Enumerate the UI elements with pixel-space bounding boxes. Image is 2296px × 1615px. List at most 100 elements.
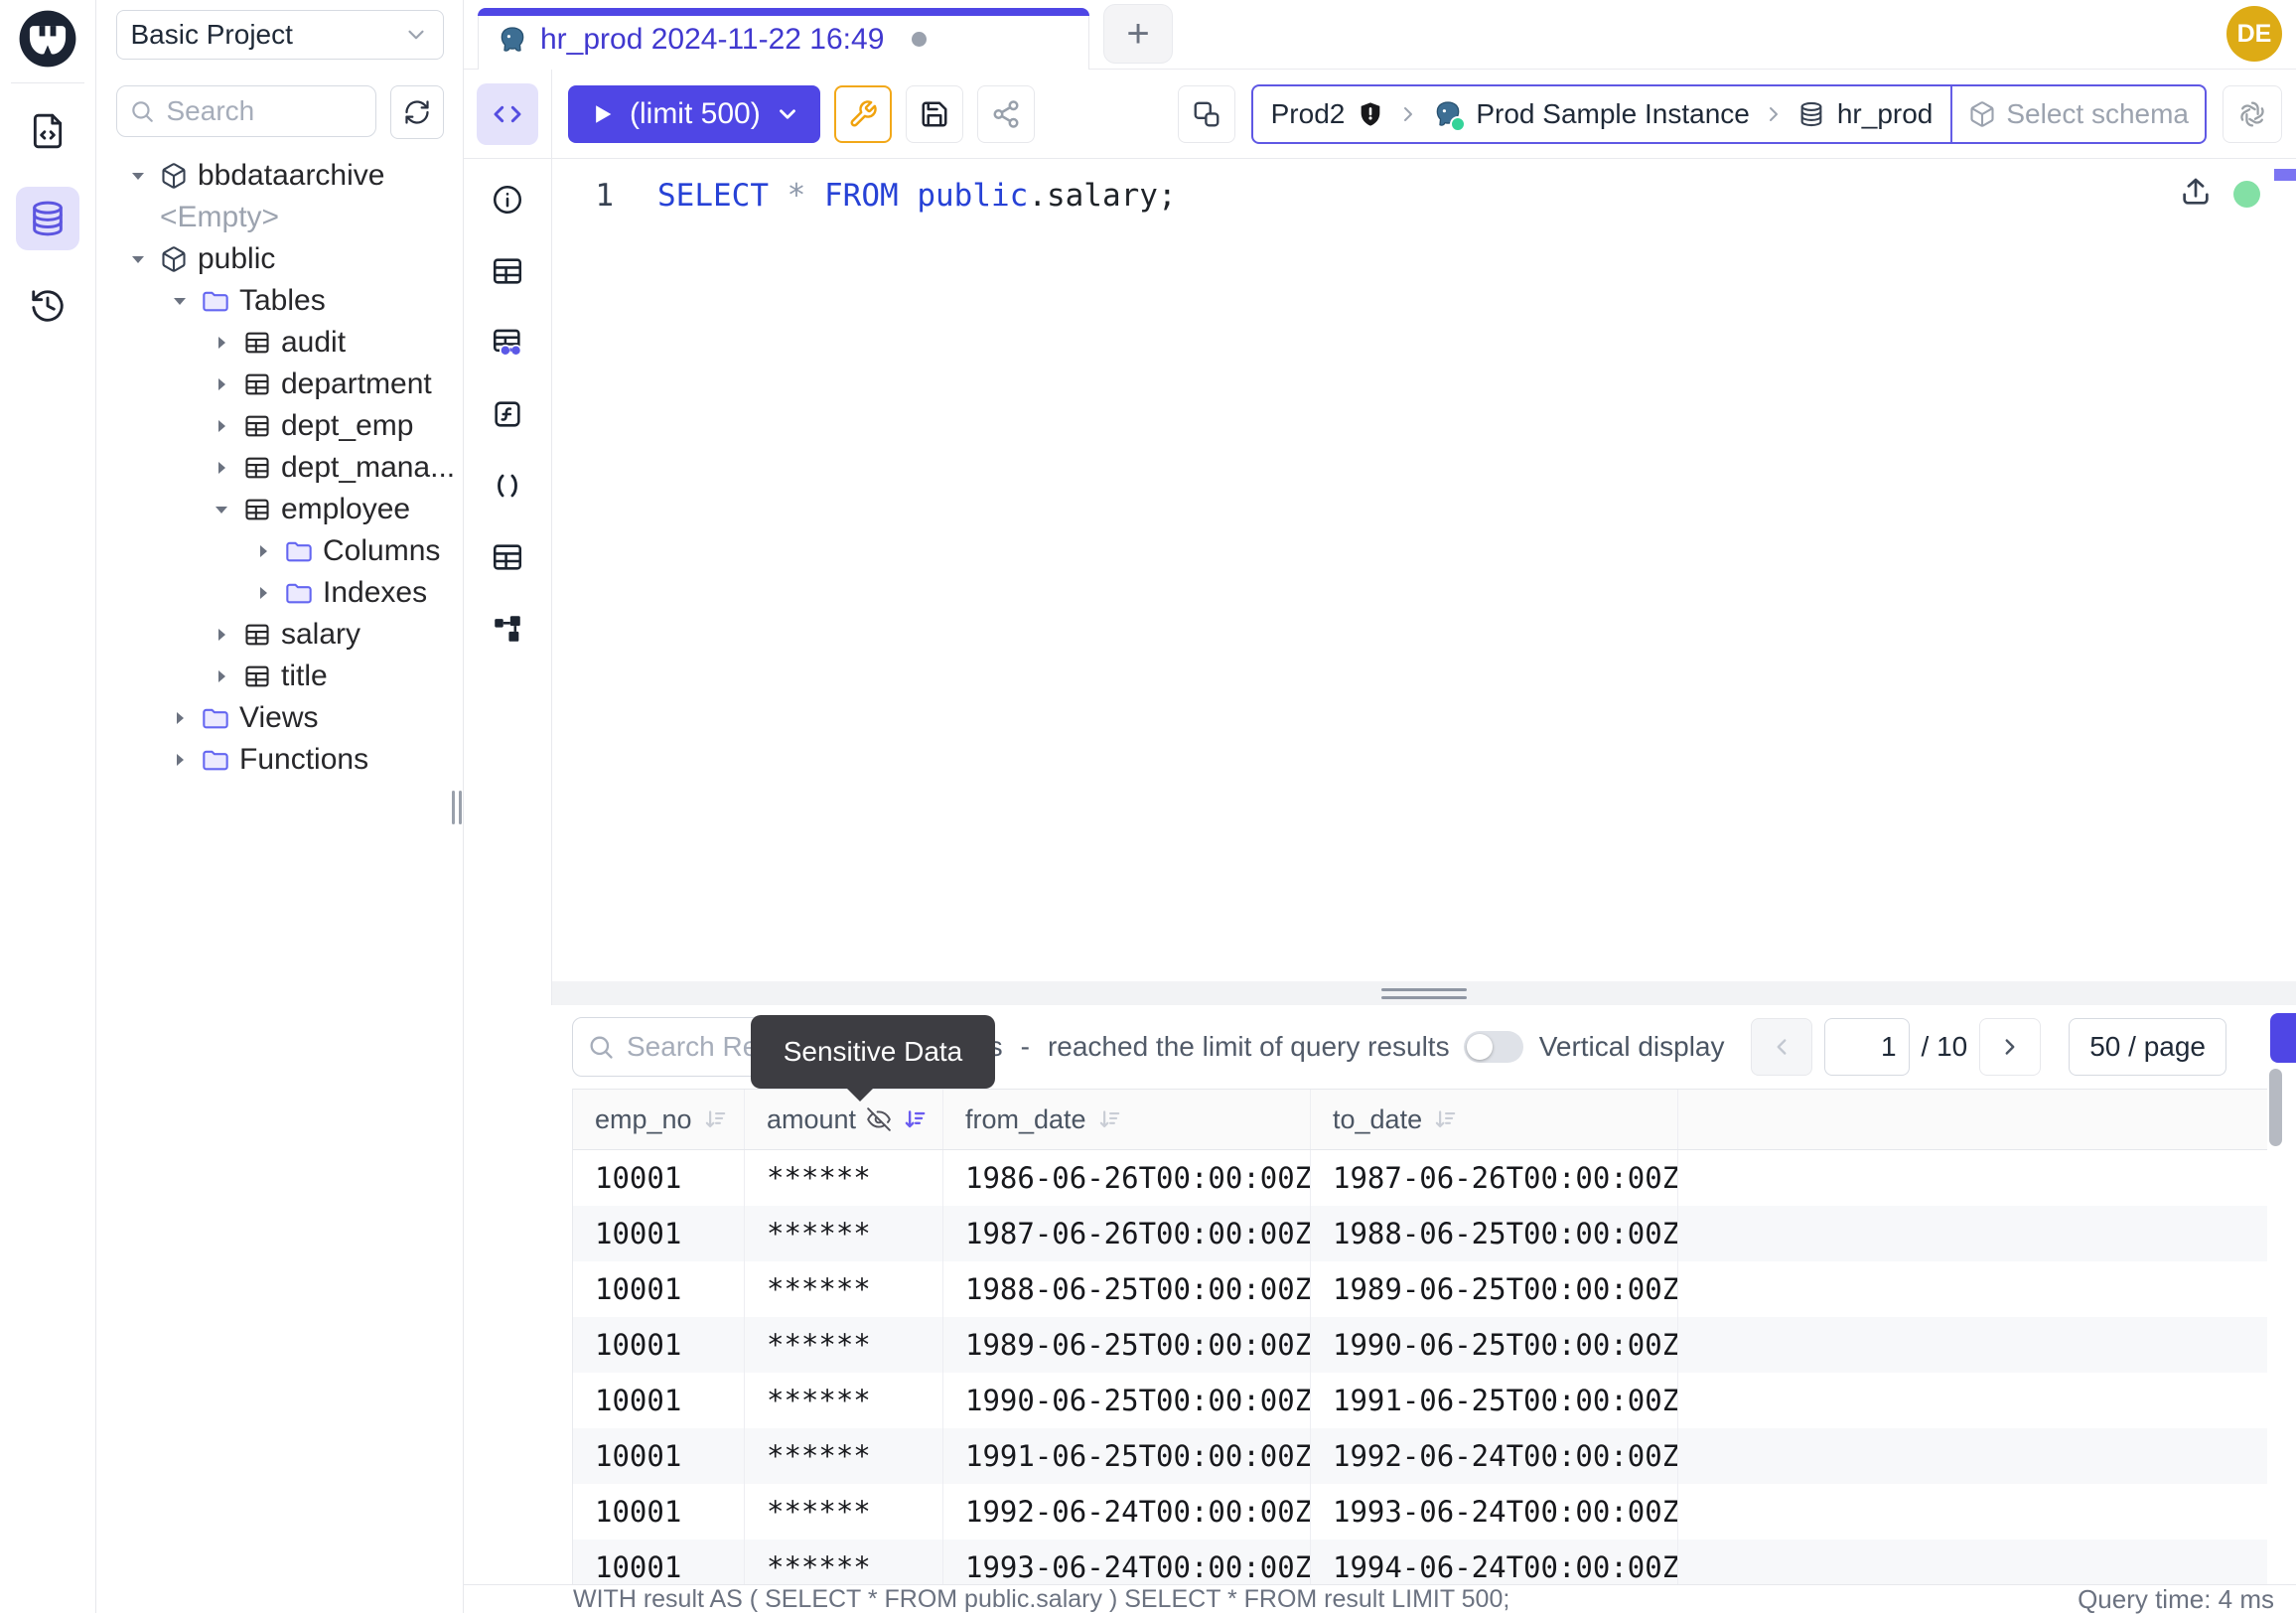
- table-list-button[interactable]: [477, 526, 538, 588]
- tree-item-dept-manager[interactable]: dept_mana...: [96, 447, 463, 489]
- breadcrumb-main[interactable]: Prod2 Prod Sample Instance: [1253, 86, 1951, 142]
- upload-icon[interactable]: [2179, 175, 2213, 209]
- caret-down-icon[interactable]: [126, 247, 150, 271]
- tree-item-salary[interactable]: salary: [96, 614, 463, 656]
- table-row[interactable]: 10001 ****** 1990-06-25T00:00:00Z 1991-0…: [573, 1373, 2267, 1428]
- cell-emp-no[interactable]: 10001: [573, 1484, 745, 1540]
- table-row[interactable]: 10001 ****** 1991-06-25T00:00:00Z 1992-0…: [573, 1428, 2267, 1484]
- table-row[interactable]: 10001 ****** 1992-06-24T00:00:00Z 1993-0…: [573, 1484, 2267, 1540]
- table-row[interactable]: 10001 ****** 1988-06-25T00:00:00Z 1989-0…: [573, 1261, 2267, 1317]
- cell-from-date[interactable]: 1991-06-25T00:00:00Z: [943, 1428, 1311, 1484]
- tree-item-indexes[interactable]: Indexes: [96, 572, 463, 614]
- tree-item-bbdataarchive[interactable]: bbdataarchive: [96, 155, 463, 197]
- schema-selector[interactable]: Select schema: [1952, 86, 2205, 142]
- tree-item-columns[interactable]: Columns: [96, 530, 463, 572]
- connection-breadcrumb[interactable]: Prod2 Prod Sample Instance: [1251, 84, 2207, 144]
- tree-item-department[interactable]: department: [96, 364, 463, 405]
- tree-item-dept-emp[interactable]: dept_emp: [96, 405, 463, 447]
- cell-emp-no[interactable]: 10001: [573, 1261, 745, 1317]
- code-line[interactable]: 1 SELECT * FROM public.salary;: [552, 173, 2296, 219]
- cell-from-date[interactable]: 1989-06-25T00:00:00Z: [943, 1317, 1311, 1373]
- tree-item-employee[interactable]: employee: [96, 489, 463, 530]
- refresh-button[interactable]: [390, 85, 444, 139]
- cell-amount-masked[interactable]: ******: [745, 1373, 943, 1428]
- table-row[interactable]: 10001 ****** 1989-06-25T00:00:00Z 1990-0…: [573, 1317, 2267, 1373]
- sort-icon-active[interactable]: [902, 1106, 928, 1132]
- cell-amount-masked[interactable]: ******: [745, 1484, 943, 1540]
- next-page-button[interactable]: [1979, 1018, 2041, 1076]
- cell-to-date[interactable]: 1991-06-25T00:00:00Z: [1311, 1373, 1678, 1428]
- cell-to-date[interactable]: 1989-06-25T00:00:00Z: [1311, 1261, 1678, 1317]
- caret-down-icon[interactable]: [126, 164, 150, 188]
- resize-handle[interactable]: [552, 981, 2296, 1005]
- column-header-from-date[interactable]: from_date: [943, 1090, 1311, 1149]
- caret-down-icon[interactable]: [168, 289, 192, 313]
- caret-right-icon[interactable]: [168, 706, 192, 730]
- sort-icon[interactable]: [1096, 1106, 1122, 1132]
- table-panel-button[interactable]: [477, 240, 538, 302]
- cell-to-date[interactable]: 1992-06-24T00:00:00Z: [1311, 1428, 1678, 1484]
- table-row[interactable]: 10001 ****** 1987-06-26T00:00:00Z 1988-0…: [573, 1206, 2267, 1261]
- cell-to-date[interactable]: 1994-06-24T00:00:00Z: [1311, 1540, 1678, 1584]
- cell-to-date[interactable]: 1987-06-26T00:00:00Z: [1311, 1150, 1678, 1206]
- sensitive-table-button[interactable]: [477, 312, 538, 373]
- caret-right-icon[interactable]: [168, 748, 192, 772]
- cell-amount-masked[interactable]: ******: [745, 1261, 943, 1317]
- cell-to-date[interactable]: 1993-06-24T00:00:00Z: [1311, 1484, 1678, 1540]
- cell-emp-no[interactable]: 10001: [573, 1428, 745, 1484]
- worksheet-tab[interactable]: hr_prod 2024-11-22 16:49: [478, 8, 1089, 70]
- worksheet-nav-button[interactable]: [16, 99, 79, 163]
- caret-right-icon[interactable]: [210, 456, 233, 480]
- caret-down-icon[interactable]: [210, 498, 233, 521]
- share-button[interactable]: [977, 85, 1035, 143]
- caret-right-icon[interactable]: [251, 539, 275, 563]
- tree-item-views[interactable]: Views: [96, 697, 463, 739]
- cell-from-date[interactable]: 1986-06-26T00:00:00Z: [943, 1150, 1311, 1206]
- results-edge-button[interactable]: [2270, 1013, 2296, 1063]
- table-row[interactable]: 10001 ****** 1986-06-26T00:00:00Z 1987-0…: [573, 1150, 2267, 1206]
- column-header-amount[interactable]: amount: [745, 1090, 943, 1149]
- functions-panel-button[interactable]: [477, 383, 538, 445]
- cell-from-date[interactable]: 1992-06-24T00:00:00Z: [943, 1484, 1311, 1540]
- sort-icon[interactable]: [1432, 1106, 1458, 1132]
- column-header-emp-no[interactable]: emp_no: [573, 1090, 745, 1149]
- cell-emp-no[interactable]: 10001: [573, 1150, 745, 1206]
- tree-item-public[interactable]: public: [96, 238, 463, 280]
- tree-item-functions[interactable]: Functions: [96, 739, 463, 781]
- cell-emp-no[interactable]: 10001: [573, 1317, 745, 1373]
- results-scrollbar-thumb[interactable]: [2269, 1069, 2282, 1146]
- eye-off-icon[interactable]: [866, 1106, 892, 1132]
- table-row[interactable]: 10001 ****** 1993-06-24T00:00:00Z 1994-0…: [573, 1540, 2267, 1584]
- cell-amount-masked[interactable]: ******: [745, 1150, 943, 1206]
- caret-right-icon[interactable]: [210, 664, 233, 688]
- sidebar-search-input[interactable]: [165, 94, 363, 128]
- schema-diagram-button[interactable]: [477, 598, 538, 660]
- cell-from-date[interactable]: 1988-06-25T00:00:00Z: [943, 1261, 1311, 1317]
- tree-item-tables[interactable]: Tables: [96, 280, 463, 322]
- save-button[interactable]: [906, 85, 963, 143]
- caret-right-icon[interactable]: [210, 331, 233, 355]
- caret-right-icon[interactable]: [210, 414, 233, 438]
- format-sql-button[interactable]: [834, 85, 892, 143]
- tree-item-title[interactable]: title: [96, 656, 463, 697]
- prev-page-button[interactable]: [1751, 1018, 1812, 1076]
- ai-assistant-button[interactable]: [2223, 85, 2282, 143]
- cell-amount-masked[interactable]: ******: [745, 1317, 943, 1373]
- cell-emp-no[interactable]: 10001: [573, 1206, 745, 1261]
- history-nav-button[interactable]: [16, 274, 79, 338]
- sort-icon[interactable]: [702, 1106, 728, 1132]
- cell-to-date[interactable]: 1988-06-25T00:00:00Z: [1311, 1206, 1678, 1261]
- caret-right-icon[interactable]: [210, 623, 233, 647]
- cell-from-date[interactable]: 1993-06-24T00:00:00Z: [943, 1540, 1311, 1584]
- tree-item-audit[interactable]: audit: [96, 322, 463, 364]
- cell-emp-no[interactable]: 10001: [573, 1540, 745, 1584]
- code-mode-button[interactable]: [477, 83, 538, 145]
- cell-from-date[interactable]: 1990-06-25T00:00:00Z: [943, 1373, 1311, 1428]
- project-selector[interactable]: Basic Project: [116, 10, 444, 60]
- sidebar-resize-handle[interactable]: [452, 791, 462, 824]
- cell-to-date[interactable]: 1990-06-25T00:00:00Z: [1311, 1317, 1678, 1373]
- batch-query-button[interactable]: [1178, 85, 1235, 143]
- caret-right-icon[interactable]: [210, 372, 233, 396]
- chevron-down-icon[interactable]: [775, 101, 800, 127]
- info-button[interactable]: [477, 169, 538, 230]
